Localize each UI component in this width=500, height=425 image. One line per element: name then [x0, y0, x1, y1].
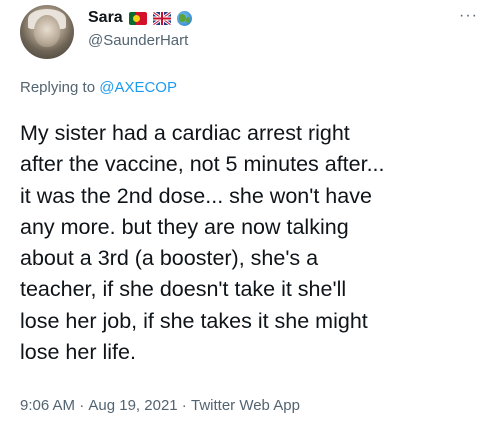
tweet-text: My sister had a cardiac arrest right aft…: [20, 121, 385, 365]
tweet-date[interactable]: Aug 19, 2021: [88, 397, 177, 414]
globe-icon: [176, 10, 192, 26]
tweet-card: Sara @SaunderHart ··· Replying to @AXECO…: [0, 0, 500, 425]
avatar[interactable]: [20, 5, 74, 59]
replying-to-label: Replying to: [20, 79, 100, 96]
flag-uk-icon: [152, 11, 171, 25]
avatar-face: [34, 15, 60, 47]
more-options-icon[interactable]: ···: [459, 8, 478, 24]
author-display-name[interactable]: Sara: [88, 9, 123, 27]
tweet-meta: 9:06 AM · Aug 19, 2021 · Twitter Web App: [20, 397, 300, 414]
meta-separator-2: ·: [177, 397, 191, 414]
replying-to-mention-link[interactable]: @AXECOP: [99, 79, 177, 96]
tweet-source[interactable]: Twitter Web App: [191, 397, 300, 414]
replying-to: Replying to @AXECOP: [20, 79, 177, 96]
meta-separator-1: ·: [75, 397, 89, 414]
flag-portugal-icon: [128, 11, 147, 25]
author-name-row: Sara: [88, 9, 192, 27]
tweet-time[interactable]: 9:06 AM: [20, 397, 75, 414]
author-handle[interactable]: @SaunderHart: [88, 32, 188, 49]
